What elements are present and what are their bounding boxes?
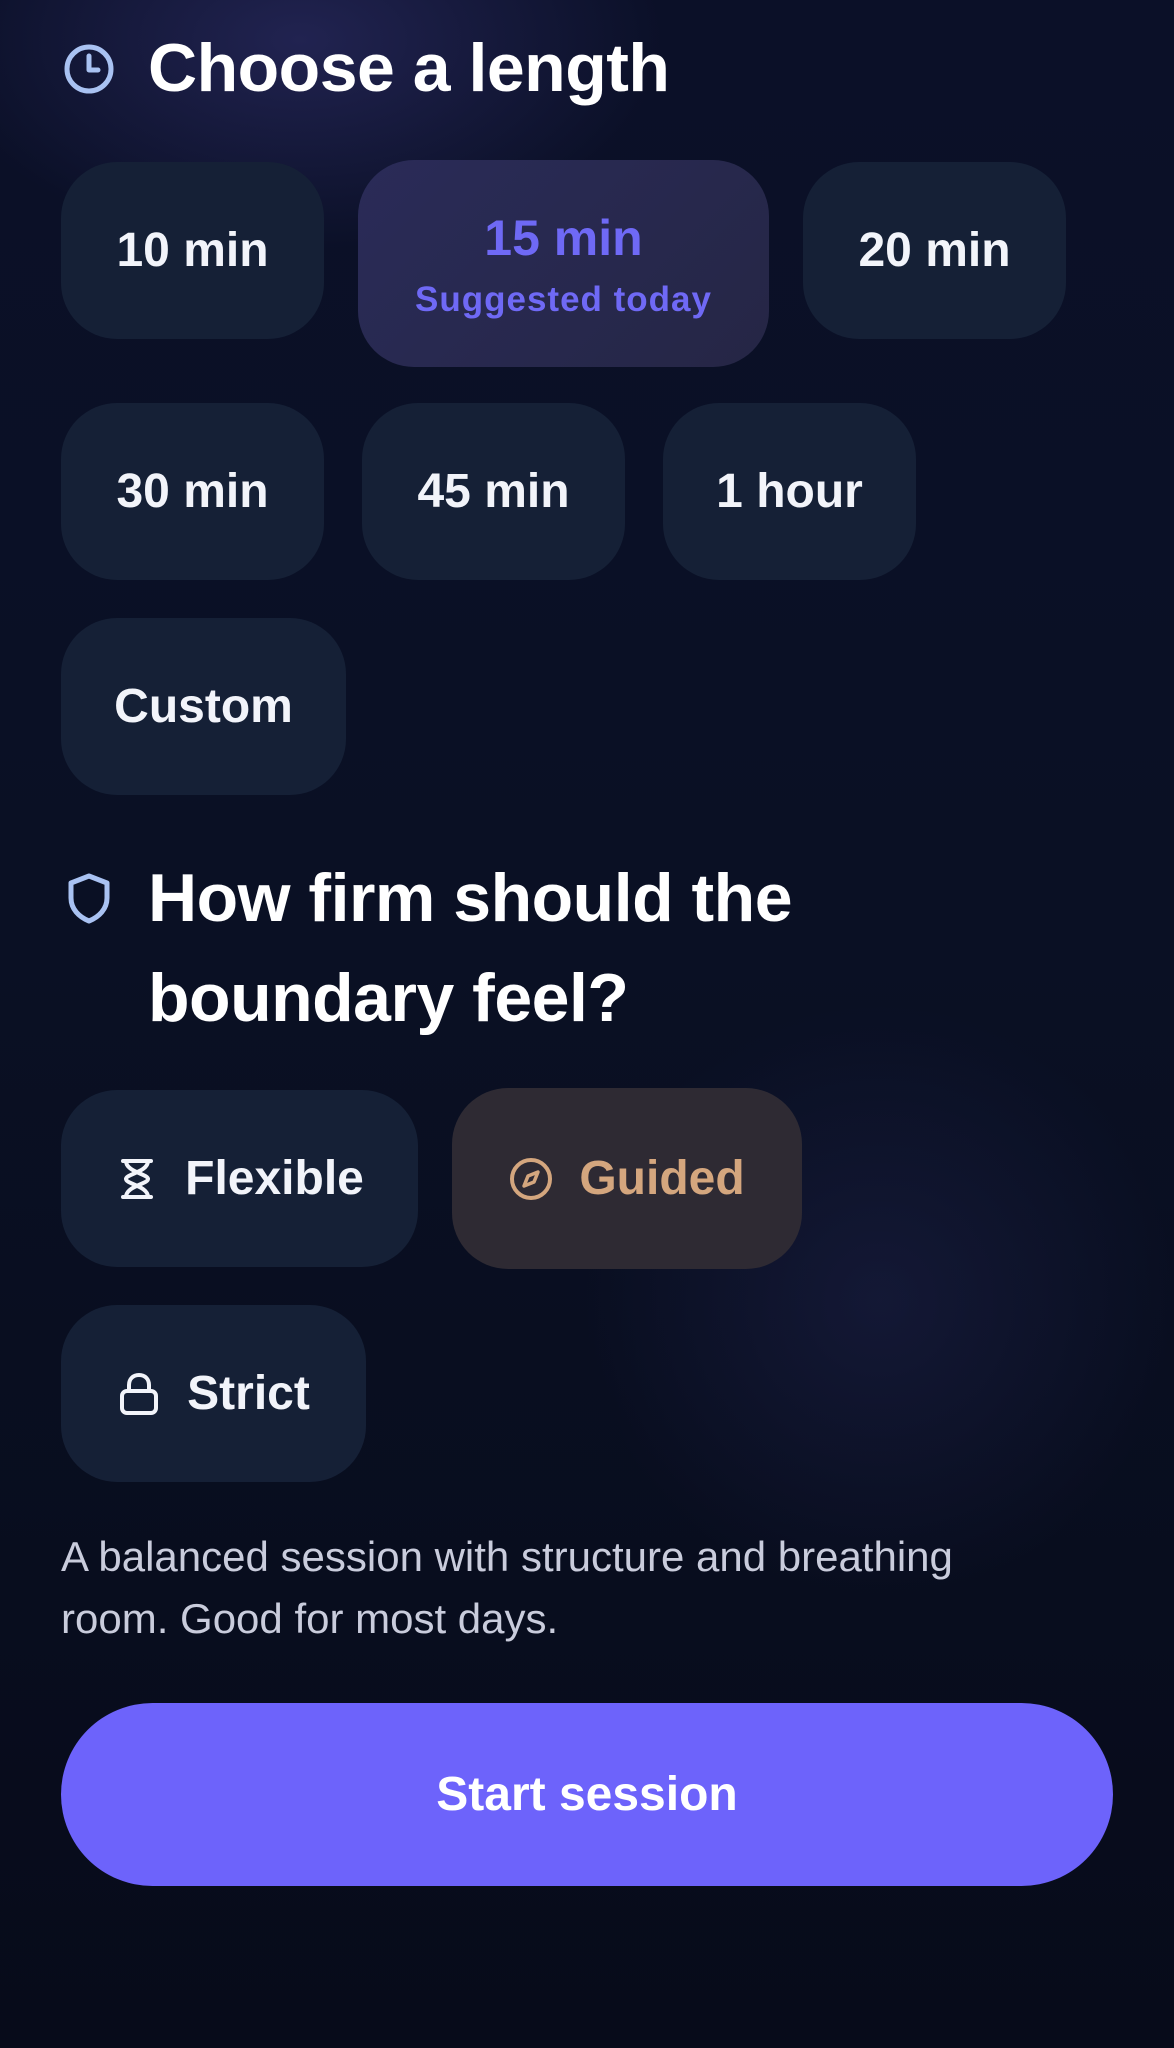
length-option-label: 30 min xyxy=(116,465,269,518)
boundary-section-title-line1: How firm should the xyxy=(148,860,793,936)
start-session-button[interactable]: Start session xyxy=(61,1703,1113,1886)
length-option-custom[interactable]: Custom xyxy=(61,618,346,795)
boundary-section-title-line2: boundary feel? xyxy=(148,960,629,1036)
boundary-option-flexible[interactable]: Flexible xyxy=(61,1090,418,1267)
shield-icon xyxy=(68,873,110,924)
boundary-option-guided[interactable]: Guided xyxy=(452,1088,802,1269)
boundary-description: A balanced session with structure and br… xyxy=(61,1533,953,1642)
length-option-10-min[interactable]: 10 min xyxy=(61,162,324,339)
length-option-15-min[interactable]: 15 min Suggested today xyxy=(358,160,769,367)
hourglass-icon xyxy=(121,1158,154,1199)
length-option-1-hour[interactable]: 1 hour xyxy=(663,403,916,580)
length-option-label: Custom xyxy=(114,680,293,733)
suggested-note: Suggested today xyxy=(415,279,712,319)
lock-icon xyxy=(120,1372,159,1415)
boundary-option-label: Flexible xyxy=(185,1152,364,1205)
boundary-option-strict[interactable]: Strict xyxy=(61,1305,366,1482)
length-option-label: 20 min xyxy=(858,224,1011,277)
length-option-label: 15 min xyxy=(484,209,643,266)
length-option-30-min[interactable]: 30 min xyxy=(61,403,324,580)
length-option-20-min[interactable]: 20 min xyxy=(803,162,1066,339)
length-option-45-min[interactable]: 45 min xyxy=(362,403,625,580)
boundary-option-label: Strict xyxy=(187,1367,310,1420)
clock-icon xyxy=(64,44,114,94)
length-option-label: 45 min xyxy=(417,465,570,518)
length-section-title: Choose a length xyxy=(148,30,670,106)
boundary-option-label: Guided xyxy=(579,1152,745,1205)
length-option-label: 10 min xyxy=(116,224,269,277)
compass-icon xyxy=(510,1157,553,1200)
length-option-label: 1 hour xyxy=(716,465,863,518)
